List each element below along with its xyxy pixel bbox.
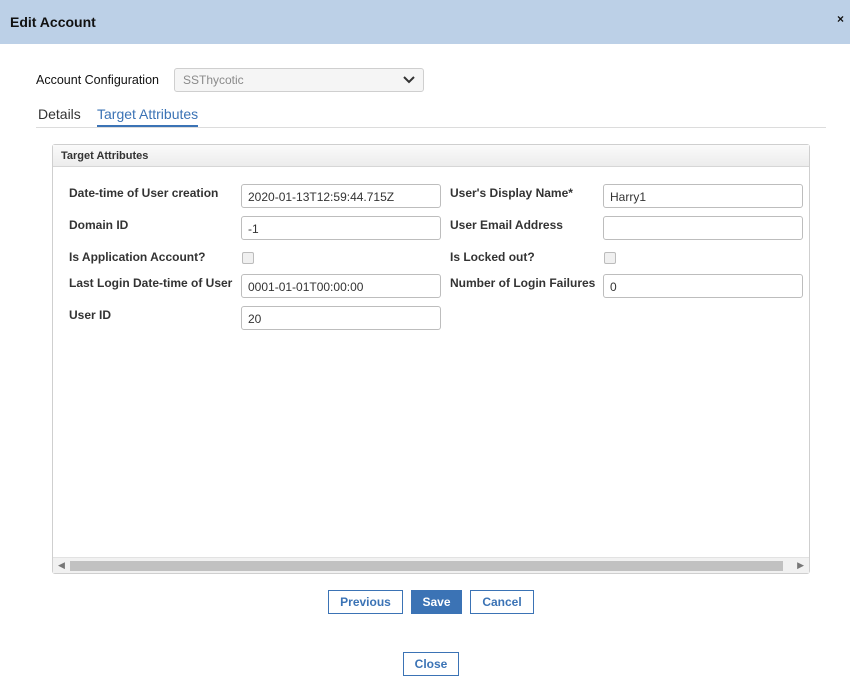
user-id-label: User ID: [69, 308, 112, 322]
scrollbar-thumb[interactable]: [70, 561, 783, 571]
is-locked-out-checkbox[interactable]: [604, 252, 616, 264]
email-input[interactable]: [603, 216, 803, 240]
cancel-button[interactable]: Cancel: [470, 590, 534, 614]
save-button[interactable]: Save: [411, 590, 462, 614]
display-name-label: User's Display Name*: [450, 186, 573, 200]
tab-target-attributes[interactable]: Target Attributes: [97, 106, 199, 127]
is-locked-out-label: Is Locked out?: [450, 250, 535, 264]
target-attributes-panel: Target Attributes Date-time of User crea…: [52, 144, 810, 574]
user-id-input[interactable]: 20: [241, 306, 441, 330]
horizontal-scrollbar[interactable]: ◀ ▶: [53, 557, 809, 573]
created-label: Date-time of User creation: [69, 186, 219, 200]
account-configuration-label: Account Configuration: [36, 73, 159, 87]
is-application-account-checkbox[interactable]: [242, 252, 254, 264]
domain-id-label: Domain ID: [69, 218, 129, 232]
last-login-label: Last Login Date-time of User: [69, 276, 233, 290]
tab-details[interactable]: Details: [38, 106, 81, 122]
account-configuration-select[interactable]: SSThycotic: [174, 68, 424, 92]
dialog-titlebar: Edit Account ×: [0, 0, 850, 44]
dialog-title: Edit Account: [10, 14, 96, 30]
tab-bar: Details Target Attributes: [36, 104, 826, 128]
close-button[interactable]: Close: [403, 652, 459, 676]
is-application-account-label: Is Application Account?: [69, 250, 206, 264]
email-label: User Email Address: [450, 218, 563, 232]
panel-title: Target Attributes: [53, 145, 809, 167]
display-name-input[interactable]: Harry1: [603, 184, 803, 208]
domain-id-input[interactable]: -1: [241, 216, 441, 240]
login-failures-input[interactable]: 0: [603, 274, 803, 298]
last-login-input[interactable]: 0001-01-01T00:00:00: [241, 274, 441, 298]
chevron-down-icon: [403, 76, 415, 84]
created-input[interactable]: 2020-01-13T12:59:44.715Z: [241, 184, 441, 208]
scroll-left-icon[interactable]: ◀: [58, 560, 65, 571]
close-icon[interactable]: ×: [837, 12, 844, 26]
scroll-right-icon[interactable]: ▶: [797, 560, 804, 571]
previous-button[interactable]: Previous: [328, 590, 403, 614]
account-configuration-value: SSThycotic: [183, 73, 244, 87]
login-failures-label: Number of Login Failures: [450, 276, 596, 290]
